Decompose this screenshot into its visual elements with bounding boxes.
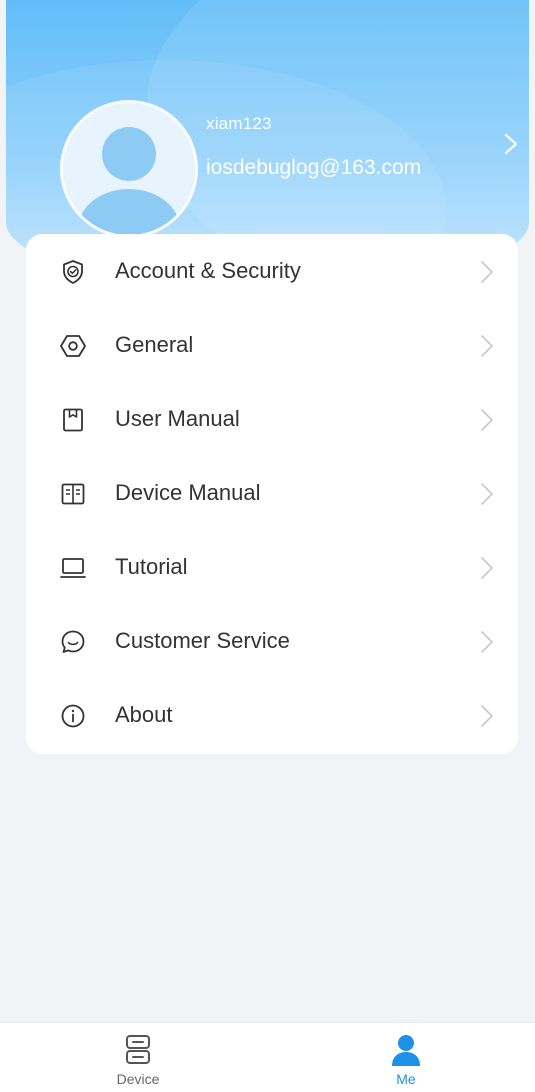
chevron-right-icon — [481, 483, 493, 505]
menu-item-label: Device Manual — [115, 480, 261, 505]
menu-item-label: Tutorial — [115, 554, 188, 579]
menu-item-tutorial[interactable]: Tutorial — [26, 530, 518, 604]
tab-device[interactable]: Device — [68, 1023, 208, 1092]
menu-item-account-security[interactable]: Account & Security — [26, 234, 518, 308]
hexagon-settings-icon — [60, 335, 86, 357]
bottom-tab-bar: Device Me — [0, 1022, 535, 1092]
avatar[interactable] — [60, 100, 198, 238]
menu-item-label: About — [115, 702, 173, 727]
menu-item-label: General — [115, 332, 194, 357]
email: iosdebuglog@163.com — [206, 156, 422, 179]
avatar-body — [78, 189, 180, 235]
open-book-icon — [61, 483, 85, 505]
menu-item-label: User Manual — [115, 406, 240, 431]
shield-icon — [63, 260, 83, 284]
person-icon — [392, 1035, 420, 1066]
menu-item-user-manual[interactable]: User Manual — [26, 382, 518, 456]
tab-label: Me — [396, 1071, 416, 1087]
menu-item-general[interactable]: General — [26, 308, 518, 382]
menu-card: Account & Security General User Manual D… — [26, 234, 518, 754]
me-screen: xiam123 iosdebuglog@163.com Account & Se… — [0, 0, 535, 1092]
chevron-right-icon — [481, 335, 493, 357]
menu-item-customer-service[interactable]: Customer Service — [26, 604, 518, 678]
avatar-head — [102, 127, 156, 181]
chat-bubble-icon — [61, 630, 85, 653]
menu-item-device-manual[interactable]: Device Manual — [26, 456, 518, 530]
device-icon — [126, 1035, 150, 1064]
tab-label: Device — [116, 1071, 160, 1087]
username: xiam123 — [206, 114, 272, 133]
chevron-right-icon — [481, 631, 493, 653]
laptop-icon — [60, 558, 86, 578]
chevron-right-icon — [481, 261, 493, 283]
info-icon — [61, 704, 85, 728]
chevron-right-icon — [481, 409, 493, 431]
menu-item-about[interactable]: About — [26, 678, 518, 752]
tab-me[interactable]: Me — [336, 1023, 476, 1092]
chevron-right-icon — [481, 557, 493, 579]
menu-item-label: Customer Service — [115, 628, 290, 653]
chevron-right-icon[interactable] — [500, 132, 522, 156]
bookmark-icon — [63, 408, 83, 432]
chevron-right-icon — [481, 705, 493, 727]
menu-item-label: Account & Security — [115, 258, 301, 283]
